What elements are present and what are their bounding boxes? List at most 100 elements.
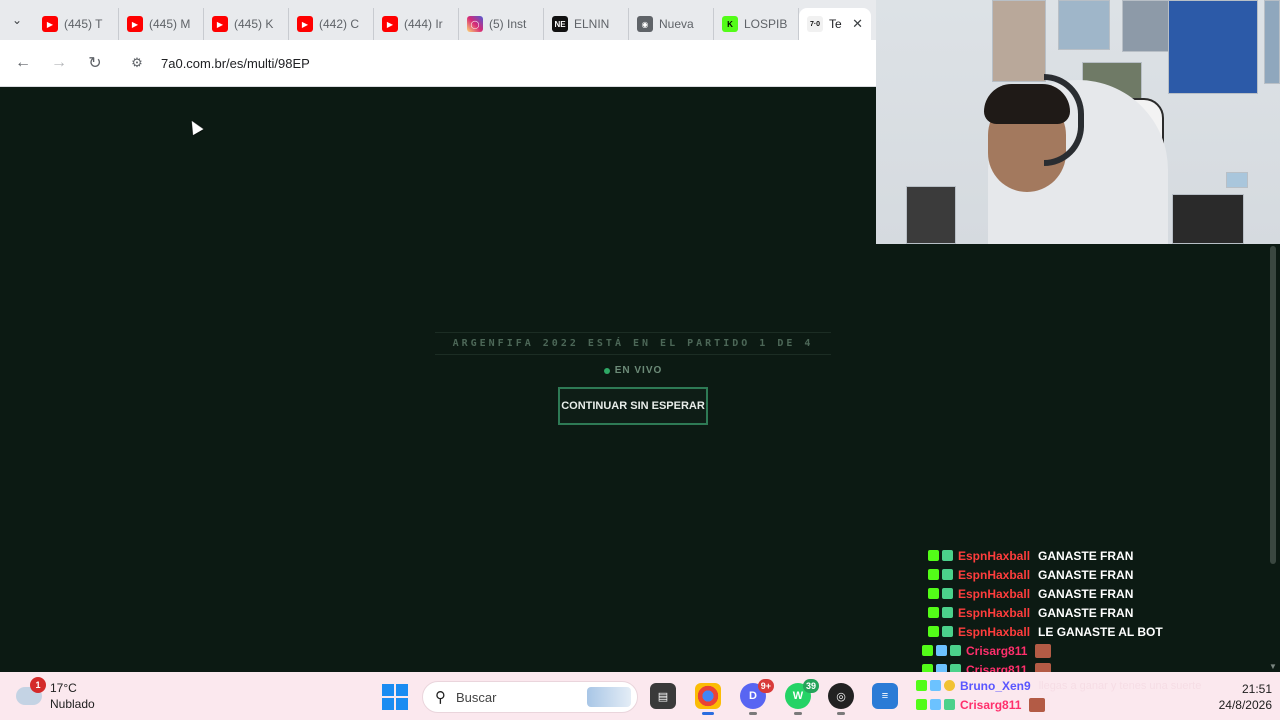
obs-icon[interactable]: ◎: [828, 683, 854, 715]
verified-badge-icon: [930, 680, 941, 691]
kick-badge-icon: [916, 699, 927, 710]
chat-message: Bruno_Xen9 llegas a ganar y tenes una sue…: [916, 676, 1216, 695]
tab-search-chevron-icon[interactable]: ⌄: [0, 0, 34, 40]
chat-username: EspnHaxball: [958, 567, 1031, 582]
chat-username: Bruno_Xen9: [960, 678, 1031, 693]
youtube-icon: ▶: [212, 16, 228, 32]
search-placeholder: Buscar: [456, 689, 497, 705]
scroll-down-icon[interactable]: ▼: [1268, 662, 1278, 672]
chat-username: Crisarg811: [960, 697, 1022, 712]
wall-poster: [1264, 0, 1280, 84]
kick-badge-icon: [922, 645, 933, 656]
browser-tab[interactable]: ▶ (445) K: [204, 8, 289, 40]
taskbar-search[interactable]: ⚲ Buscar: [422, 681, 638, 713]
subscriber-badge-icon: [942, 550, 953, 561]
subscriber-badge-icon: [942, 569, 953, 580]
tab-title: Te: [829, 17, 842, 31]
chat-text: GANASTE FRAN: [1038, 586, 1134, 601]
file-explorer-icon[interactable]: ▤: [650, 683, 676, 709]
notepad-icon[interactable]: ≡: [872, 683, 898, 709]
youtube-icon: ▶: [297, 16, 313, 32]
live-dot-icon: [603, 367, 610, 374]
chat-message: EspnHaxball GANASTE FRAN: [928, 584, 1266, 603]
whatsapp-badge: 39: [802, 679, 819, 693]
site-settings-icon[interactable]: ⚙: [123, 49, 151, 77]
tab-title: Nueva: [659, 17, 694, 31]
browser-tab[interactable]: ▶ (445) M: [119, 8, 204, 40]
url-text[interactable]: 7a0.com.br/es/multi/98EP: [161, 56, 310, 71]
gift-badge-icon: [944, 680, 955, 691]
chat-text: GANASTE FRAN: [1038, 605, 1134, 620]
tab-title: (442) C: [319, 17, 360, 31]
subscriber-badge-icon: [950, 645, 961, 656]
subscriber-badge-icon: [944, 699, 955, 710]
wall-poster: [1058, 0, 1110, 50]
ne-icon: NE: [552, 16, 568, 32]
instagram-icon: ◯: [467, 16, 483, 32]
chat-message: EspnHaxball GANASTE FRAN: [928, 603, 1266, 622]
running-app-indicator: [749, 712, 757, 715]
scrollbar-thumb[interactable]: [1270, 246, 1276, 564]
waiting-panel: ARGENFIFA 2022 ESTÁ EN EL PARTIDO 1 DE 4…: [435, 332, 831, 425]
tab-title: (5) Inst: [489, 17, 527, 31]
browser-tab[interactable]: ◉ Nueva: [629, 8, 714, 40]
discord-icon[interactable]: D 9+: [740, 679, 774, 715]
youtube-icon: ▶: [127, 16, 143, 32]
chat-username: EspnHaxball: [958, 586, 1031, 601]
chat-message: EspnHaxball GANASTE FRAN: [928, 565, 1266, 584]
chat-username: EspnHaxball: [958, 605, 1031, 620]
browser-tab[interactable]: NE ELNIN: [544, 8, 629, 40]
chat-message: Crisarg811: [922, 641, 1266, 660]
kick-icon: K: [722, 16, 738, 32]
scrollbar[interactable]: ▼: [1266, 244, 1280, 672]
stream-chat-overflow: Bruno_Xen9 llegas a ganar y tenes una sue…: [916, 676, 1216, 714]
tab-title: (445) K: [234, 17, 274, 31]
cloud-icon: 1: [16, 677, 46, 705]
kick-badge-icon: [928, 588, 939, 599]
weather-widget[interactable]: 1 17°C Nublado: [16, 677, 106, 714]
back-arrow-icon[interactable]: ←: [5, 45, 41, 81]
chat-username: EspnHaxball: [958, 548, 1031, 563]
reload-icon[interactable]: ↻: [77, 45, 113, 81]
whatsapp-icon[interactable]: W 39: [785, 679, 819, 715]
weather-temp: 17°C: [50, 681, 77, 695]
running-app-indicator: [837, 712, 845, 715]
address-bar[interactable]: ⚙ 7a0.com.br/es/multi/98EP: [123, 46, 868, 80]
chrome-icon[interactable]: [695, 683, 721, 715]
background-object: [906, 186, 956, 244]
site-7a0-icon: 7·0: [807, 16, 823, 32]
chat-message: EspnHaxball GANASTE FRAN: [928, 546, 1266, 565]
tab-title: LOSPIB: [744, 17, 788, 31]
tab-title: (445) T: [64, 17, 103, 31]
chat-text: llegas a ganar y tenes una suerte: [1038, 679, 1202, 692]
browser-tab[interactable]: ◯ (5) Inst: [459, 8, 544, 40]
chat-text: GANASTE FRAN: [1038, 567, 1134, 582]
continue-without-waiting-button[interactable]: CONTINUAR SIN ESPERAR: [558, 387, 708, 425]
chat-username: EspnHaxball: [958, 624, 1031, 639]
subscriber-badge-icon: [942, 588, 953, 599]
emote-icon: [1035, 643, 1052, 658]
wall-poster: [992, 0, 1046, 82]
windows-start-icon[interactable]: [382, 684, 408, 710]
kick-badge-icon: [928, 550, 939, 561]
notification-badge: 1: [30, 677, 46, 693]
browser-tab[interactable]: ▶ (444) Ir: [374, 8, 459, 40]
kick-badge-icon: [928, 607, 939, 618]
browser-tab[interactable]: ▶ (445) T: [34, 8, 119, 40]
browser-tab[interactable]: ▶ (442) C: [289, 8, 374, 40]
browser-tab-active[interactable]: 7·0 Te ✕: [799, 8, 871, 40]
emote-icon: [1029, 697, 1046, 712]
youtube-icon: ▶: [382, 16, 398, 32]
chat-message: Crisarg811: [916, 695, 1216, 714]
forward-arrow-icon[interactable]: →: [41, 45, 77, 81]
close-icon[interactable]: ✕: [852, 16, 863, 32]
search-icon: ⚲: [435, 689, 446, 706]
browser-tab[interactable]: K LOSPIB: [714, 8, 799, 40]
chat-username: Crisarg811: [966, 643, 1028, 658]
chat-message: EspnHaxball LE GANASTE AL BOT: [928, 622, 1266, 641]
tab-title: (444) Ir: [404, 17, 443, 31]
subscriber-badge-icon: [942, 626, 953, 637]
chat-text: LE GANASTE AL BOT: [1038, 624, 1163, 639]
running-app-indicator: [794, 712, 802, 715]
chat-text: GANASTE FRAN: [1038, 548, 1134, 563]
